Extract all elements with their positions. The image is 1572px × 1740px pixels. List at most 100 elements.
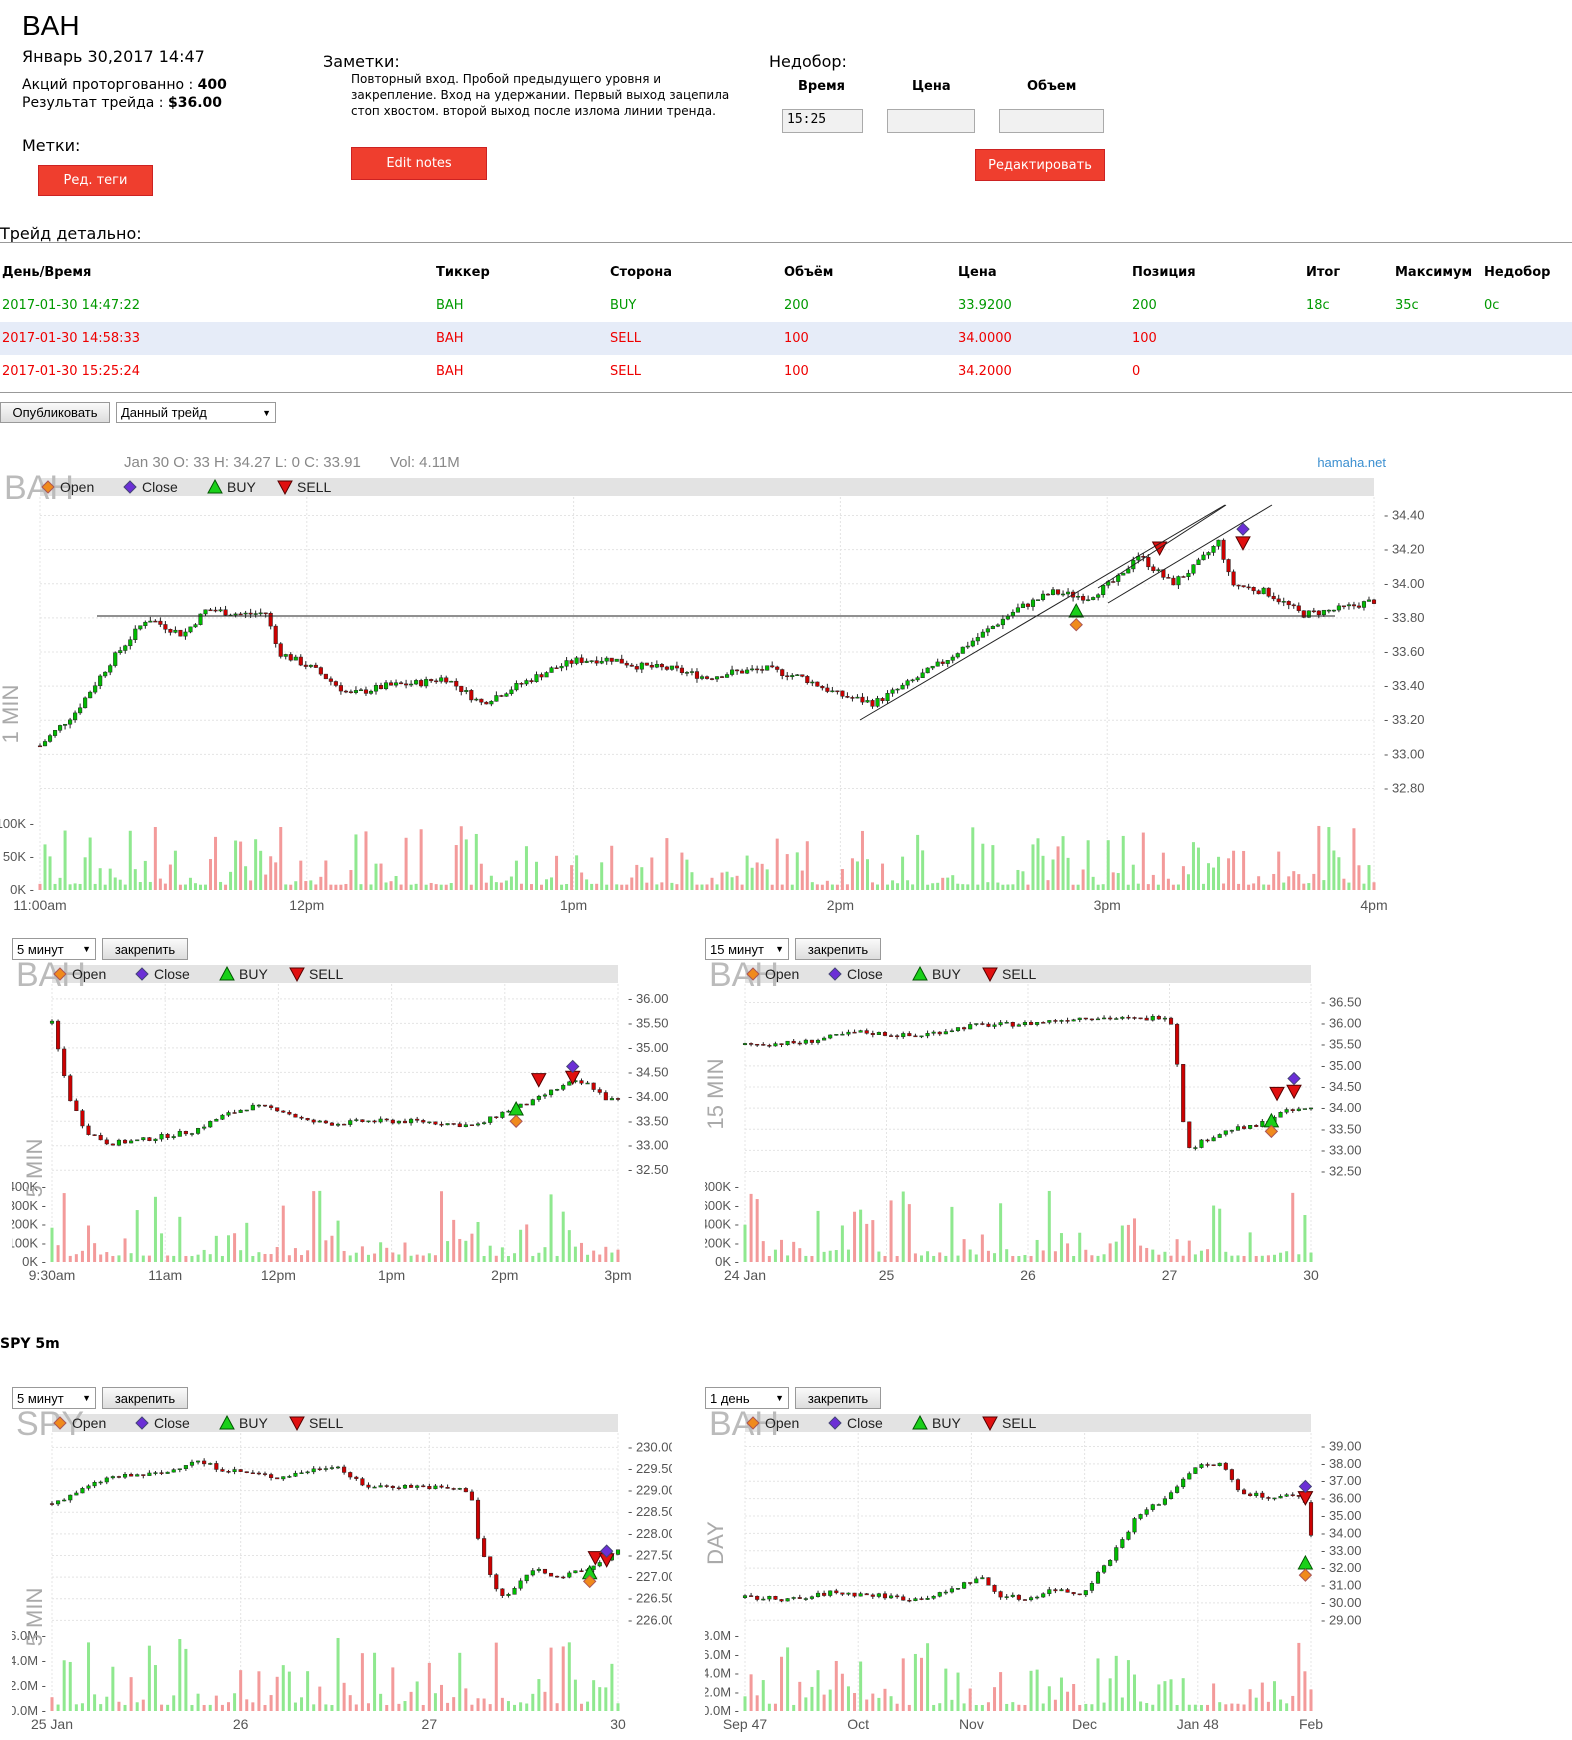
candle-body [223,609,228,616]
y-tick-label: - 36.00 [628,991,668,1006]
publish-button[interactable]: Опубликовать [0,402,110,423]
candle-body [360,1119,365,1122]
candle-body [970,640,975,647]
volume-bar [743,1224,747,1262]
volume-bar [470,1704,474,1711]
volume-bar [251,1255,255,1262]
volume-bar [224,884,228,890]
candle-body [980,1577,985,1580]
candle-body [1351,604,1356,607]
volume-bar [444,884,448,890]
volume-bar [1121,835,1125,890]
timeframe-select[interactable]: 15 минут ▼ [705,938,789,960]
price-chart[interactable]: 25 Jan 26 27 30 - 230.00 - 229.50 - 229.00 - 22… [12,1411,672,1740]
volume-bar [859,1209,863,1262]
edit-notes-button[interactable]: Edit notes [351,147,487,180]
candle-body [479,698,484,703]
shares-label: Акций проторгованно : [22,77,194,93]
candle-body [659,664,664,668]
pin-chart-button[interactable]: закрепить [795,1387,881,1409]
volume-bar [981,843,985,890]
candle-body [931,1595,936,1599]
candle-body [949,1030,954,1032]
candle-body [153,1472,158,1474]
price-chart[interactable]: 9:30am 11am 12pm 1pm 2pm 3pm - 36.00 - 35.50 - 3… [12,962,672,1302]
candle-body [730,669,735,675]
candle-body [555,1575,560,1578]
volume-bar [359,884,363,890]
volume-bar [281,1205,285,1262]
volume-bar [605,884,609,890]
volume-bar [1176,884,1180,890]
volume-bar [743,1696,747,1711]
volume-bar [385,1247,389,1262]
volume-bar [336,1220,340,1262]
timeframe-select[interactable]: 1 день ▼ [705,1387,789,1409]
candle-body [1266,587,1271,597]
candle-body [755,1595,760,1600]
y-tick-label: - 36.00 [1321,1491,1361,1506]
table-row[interactable]: 2017-01-30 15:25:24 BAH SELL 100 34.2000… [0,355,1572,388]
volume-bar [870,882,874,890]
pin-chart-button[interactable]: закрепить [102,1387,188,1409]
candle-body [937,1592,942,1597]
y-tick-label: - 226.50 [628,1591,672,1606]
candle-body [1248,1125,1253,1129]
table-row[interactable]: 2017-01-30 14:58:33 BAH SELL 100 34.0000… [0,322,1572,355]
volume-bar [1337,857,1341,890]
candle-body [542,1568,548,1574]
shortfall-volume-input[interactable] [999,109,1104,133]
shortfall-price-input[interactable] [887,109,975,133]
pin-chart-button[interactable]: закрепить [102,938,188,960]
table-row[interactable]: 2017-01-30 14:47:22 BAH BUY 200 33.9200 … [0,289,1572,322]
timeframe-select[interactable]: 5 минут ▼ [12,938,96,960]
candle-body [809,1039,814,1043]
edit-tags-button[interactable]: Ред. теги [38,165,153,196]
candle-body [797,1597,802,1599]
volume-bar [354,1704,358,1711]
volume-bar [580,872,584,890]
candle-body [1020,603,1025,608]
volume-bar [690,872,694,890]
volume-bar [805,841,809,890]
volume-bar [1047,1686,1051,1711]
shortfall-time-input[interactable]: 15:25 [782,109,863,133]
candle-body [429,679,434,682]
volume-bar [153,826,157,890]
candle-body [1191,564,1196,574]
price-chart[interactable]: Sep 47 Oct Nov Dec Jan 48 Feb - 39.00 - 38.00 - … [705,1411,1365,1740]
pin-chart-button[interactable]: закрепить [795,938,881,960]
volume-bar [916,834,920,890]
volume-bar [1217,856,1221,890]
price-chart[interactable]: 11:00am 12pm 1pm 2pm 3pm 4pm - 34.40 - 34.20 - 3… [0,452,1430,924]
candle-body [534,674,539,683]
volume-bar [1252,883,1256,890]
price-chart[interactable]: 24 Jan 25 26 27 30 - 36.50 - 36.00 - 35.50 - 35.… [705,962,1365,1302]
volume-bar [545,879,549,890]
volume-bar [1230,1255,1234,1262]
candle-body [1235,1126,1241,1131]
edit-shortfall-button[interactable]: Редактировать [975,149,1105,181]
volume-bar [68,1255,72,1262]
volume-bar [506,1256,510,1262]
trade-marker-open [1069,617,1083,632]
volume-bar [1106,840,1110,890]
candle-body [542,1094,548,1097]
candle-body [342,1123,347,1126]
candle-body [980,631,985,638]
volume-bar [853,1211,857,1262]
scope-select[interactable]: Данный трейд ▼ [116,402,276,423]
volume-bar [68,884,72,890]
candle-body [1308,1107,1314,1110]
candle-body [536,1095,541,1100]
volume-bar [98,868,102,890]
volume-bar [755,1199,759,1262]
volume-bar [1005,1703,1009,1711]
legend-label: BUY [227,479,256,495]
candle-body [196,1460,201,1463]
candle-body [913,1035,918,1038]
timeframe-select[interactable]: 5 минут ▼ [12,1387,96,1409]
candle-body [1290,1109,1295,1111]
volume-bar [330,1235,334,1262]
volume-bar [886,884,890,890]
